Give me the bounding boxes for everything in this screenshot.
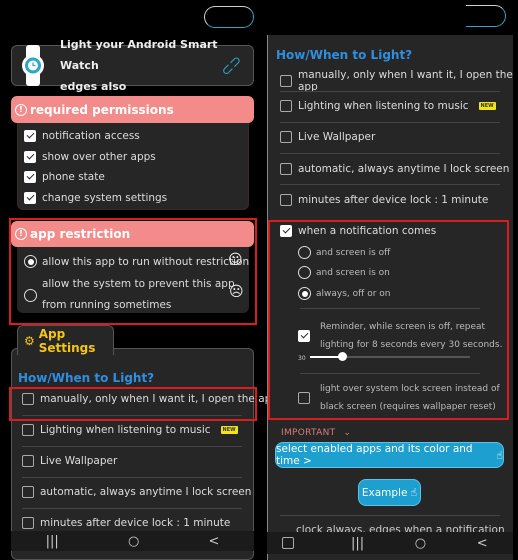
radio-selected-icon[interactable] <box>24 255 37 268</box>
divider <box>300 373 480 374</box>
home-icon[interactable]: ○ <box>415 536 426 551</box>
checkbox-checked-icon[interactable] <box>280 225 292 237</box>
how-when-title: How/When to Light? <box>18 371 155 385</box>
new-badge: NEW <box>478 102 496 110</box>
permission-overlay[interactable]: show over other apps <box>24 151 156 163</box>
option-live-wallpaper-right[interactable]: Live Wallpaper <box>280 131 375 143</box>
checkbox-checked-icon[interactable] <box>24 171 36 183</box>
recents-icon[interactable]: ||| <box>46 534 59 549</box>
checkbox-checked-icon[interactable] <box>24 192 36 204</box>
checkbox-icon[interactable] <box>280 131 292 143</box>
permission-notification-access[interactable]: notification access <box>24 130 140 142</box>
divider <box>280 153 500 154</box>
option-automatic-right[interactable]: automatic, always anytime I lock screen <box>280 163 509 175</box>
navigation-bar-left: ||| ○ < <box>11 531 254 551</box>
new-badge: NEW <box>220 426 238 434</box>
option-notification[interactable]: when a notification comes <box>280 225 436 237</box>
option-restricted[interactable]: allow the system to prevent this app from… <box>24 274 235 316</box>
checkbox-icon[interactable] <box>22 455 34 467</box>
radio-always[interactable]: always, off or on <box>298 287 390 300</box>
home-icon[interactable]: ○ <box>128 534 139 549</box>
divider <box>280 515 500 516</box>
radio-unselected-icon[interactable] <box>24 288 37 302</box>
permission-system-settings[interactable]: change system settings <box>24 192 167 204</box>
checkbox-checked-icon[interactable] <box>24 151 36 163</box>
back-icon[interactable]: < <box>477 536 488 551</box>
tab-app-settings[interactable]: ⚙ App Settings <box>17 325 114 355</box>
alert-icon: ! <box>15 103 27 116</box>
checkbox-checked-icon[interactable] <box>298 330 310 342</box>
divider <box>300 308 480 309</box>
checkbox-icon[interactable] <box>22 486 34 498</box>
back-icon[interactable]: < <box>208 534 219 549</box>
option-lockscreen-overlay[interactable]: light over system lock screen instead of… <box>298 380 500 416</box>
checkbox-icon[interactable] <box>22 517 34 529</box>
navigation-bar-right: ||| ○ < <box>267 532 513 554</box>
example-button[interactable]: Example ☝ <box>358 479 421 506</box>
checkbox-icon[interactable] <box>22 393 34 405</box>
select-apps-button[interactable]: select enabled apps and its color and ti… <box>275 442 504 468</box>
checkbox-icon[interactable] <box>22 424 34 436</box>
checkbox-icon[interactable] <box>280 194 292 206</box>
camera-cutout-right <box>466 5 506 27</box>
option-music-right[interactable]: Lighting when listening to music NEW <box>280 100 496 112</box>
option-music[interactable]: Lighting when listening to music NEW <box>22 424 238 436</box>
radio-screen-off[interactable]: and screen is off <box>298 246 390 259</box>
how-when-title-right: How/When to Light? <box>276 48 413 62</box>
slider-value-label: 30 <box>298 355 306 362</box>
happy-face-icon: ☺ <box>228 252 243 268</box>
smart-watch-card[interactable]: Light your Android Smart Watch edges als… <box>11 38 254 93</box>
alert-icon: ! <box>15 228 27 240</box>
camera-cutout <box>204 6 254 28</box>
checkbox-icon[interactable] <box>280 75 292 87</box>
radio-selected-icon[interactable] <box>298 287 311 300</box>
radio-screen-on[interactable]: and screen is on <box>298 266 390 279</box>
watch-card-text: Light your Android Smart Watch edges als… <box>60 38 218 93</box>
divider <box>22 508 242 509</box>
checkbox-checked-icon[interactable] <box>24 130 36 142</box>
tap-hand-icon: ☝ <box>410 486 418 499</box>
divider <box>280 91 500 92</box>
option-unrestricted[interactable]: allow this app to run without restrictio… <box>24 255 249 268</box>
chevron-down-icon: ⌄ <box>343 428 352 438</box>
option-automatic[interactable]: automatic, always anytime I lock screen <box>22 486 251 498</box>
divider <box>280 184 500 185</box>
checkbox-icon[interactable] <box>280 163 292 175</box>
divider <box>280 122 500 123</box>
option-minutes-after-lock[interactable]: minutes after device lock : 1 minute <box>22 517 230 529</box>
option-live-wallpaper[interactable]: Live Wallpaper <box>22 455 117 467</box>
link-icon[interactable]: ⊂⊃ <box>217 52 245 80</box>
permissions-header: ! required permissions <box>11 96 254 123</box>
tap-hand-icon: ☝ <box>496 448 503 462</box>
divider <box>22 477 242 478</box>
option-minutes-after-lock-right[interactable]: minutes after device lock : 1 minute <box>280 194 488 206</box>
divider <box>22 446 242 447</box>
permission-phone-state[interactable]: phone state <box>24 171 105 183</box>
recents-icon[interactable]: ||| <box>351 536 364 551</box>
reminder-slider-thumb[interactable] <box>337 352 347 361</box>
checkbox-icon[interactable] <box>298 392 310 404</box>
option-reminder[interactable]: Reminder, while screen is off, repeat lig… <box>298 318 502 354</box>
watch-icon <box>18 45 48 86</box>
gear-icon: ⚙ <box>24 333 35 348</box>
restriction-header: ! app restriction <box>11 221 254 247</box>
divider <box>22 415 242 416</box>
option-manual-right[interactable]: manually, only when I want it, I open th… <box>280 69 518 93</box>
radio-unselected-icon[interactable] <box>298 246 311 259</box>
option-manual[interactable]: manually, only when I want it, I open th… <box>22 393 278 405</box>
checkbox-icon[interactable] <box>282 537 295 549</box>
checkbox-icon[interactable] <box>280 100 292 112</box>
radio-unselected-icon[interactable] <box>298 266 311 279</box>
important-toggle[interactable]: IMPORTANT ⌄ <box>281 428 351 438</box>
sad-face-icon: ☹ <box>229 284 244 300</box>
